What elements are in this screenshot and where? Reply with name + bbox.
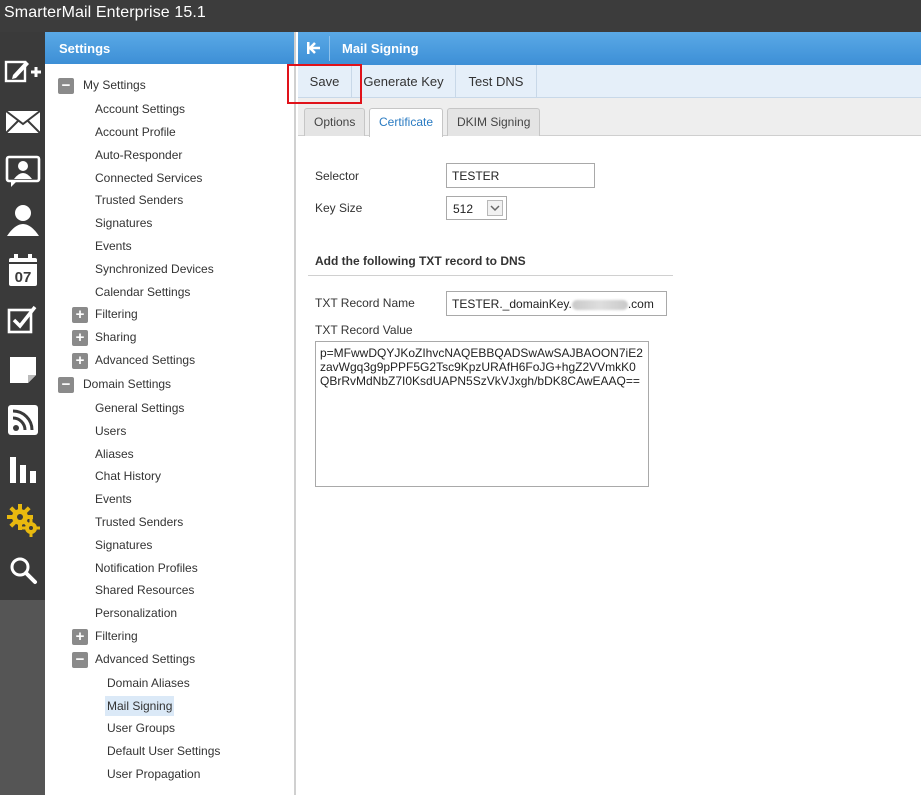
expand-icon[interactable]: +	[72, 629, 88, 645]
tab-dkim-signing[interactable]: DKIM Signing	[447, 108, 541, 136]
settings-gear-icon[interactable]	[0, 496, 45, 544]
contacts-icon[interactable]	[0, 147, 45, 195]
user-icon[interactable]	[0, 196, 45, 244]
tree-item-users[interactable]: Users	[93, 421, 128, 441]
tree-node-label: My Settings	[83, 78, 146, 92]
selector-label: Selector	[315, 169, 360, 183]
settings-panel: Settings − My Settings Account Settings …	[45, 32, 296, 795]
expand-icon[interactable]: +	[72, 307, 88, 323]
tree-item-calendar-settings[interactable]: Calendar Settings	[93, 282, 192, 302]
expand-icon[interactable]: +	[72, 330, 88, 346]
key-size-value: 512	[453, 202, 474, 216]
tree-item-domain-signatures[interactable]: Signatures	[93, 535, 154, 555]
tree-node-sharing[interactable]: + Sharing	[59, 327, 279, 347]
notes-icon[interactable]	[0, 346, 45, 394]
key-size-label: Key Size	[315, 201, 363, 215]
tab-options[interactable]: Options	[304, 108, 366, 136]
txt-record-name-prefix: TESTER._domainKey.	[452, 297, 572, 311]
tree-item-account-profile[interactable]: Account Profile	[93, 122, 178, 142]
tree-node-domain-filtering[interactable]: + Filtering	[59, 626, 279, 646]
mail-signing-panel: Mail Signing Save Generate Key Test DNS …	[287, 32, 921, 795]
rss-icon[interactable]	[0, 396, 45, 444]
tasks-icon[interactable]	[0, 296, 45, 344]
tree-item-user-propagation[interactable]: User Propagation	[105, 764, 202, 784]
collapse-icon[interactable]: −	[58, 377, 74, 393]
selector-input[interactable]: TESTER	[446, 163, 595, 188]
toolbar: Save Generate Key Test DNS	[298, 65, 921, 98]
app-icon-rail: 07	[0, 32, 45, 600]
header-divider	[329, 36, 330, 61]
tree-item-trusted-senders[interactable]: Trusted Senders	[93, 190, 185, 210]
tree-node-my-settings[interactable]: − My Settings	[45, 75, 285, 95]
tree-node-domain-settings[interactable]: − Domain Settings	[45, 374, 285, 394]
redacted-domain	[571, 299, 628, 310]
settings-panel-title: Settings	[45, 32, 294, 64]
tree-item-general-settings[interactable]: General Settings	[93, 398, 186, 418]
tree-item-notification-profiles[interactable]: Notification Profiles	[93, 558, 200, 578]
tree-node-filtering[interactable]: + Filtering	[59, 304, 279, 324]
rail-empty-area	[0, 600, 45, 795]
txt-record-name-suffix: .com	[627, 297, 654, 311]
chevron-down-icon[interactable]	[487, 200, 503, 216]
generate-key-button[interactable]: Generate Key	[352, 65, 456, 98]
tree-item-domain-events[interactable]: Events	[93, 489, 134, 509]
tree-item-events[interactable]: Events	[93, 236, 134, 256]
calendar-icon[interactable]: 07	[0, 246, 45, 294]
tree-item-domain-aliases[interactable]: Domain Aliases	[105, 673, 192, 693]
page-title: Mail Signing	[342, 41, 419, 56]
tree-item-default-user-settings[interactable]: Default User Settings	[105, 741, 222, 761]
compose-icon[interactable]	[0, 48, 45, 96]
collapse-icon[interactable]: −	[58, 78, 74, 94]
reports-icon[interactable]	[0, 446, 45, 494]
tree-item-chat-history[interactable]: Chat History	[93, 466, 163, 486]
key-size-select[interactable]: 512	[446, 196, 507, 220]
tree-item-personalization[interactable]: Personalization	[93, 603, 179, 623]
tree-item-auto-responder[interactable]: Auto-Responder	[93, 145, 184, 165]
dns-section-title: Add the following TXT record to DNS	[315, 254, 526, 268]
tree-item-connected-services[interactable]: Connected Services	[93, 168, 204, 188]
mail-icon[interactable]	[0, 98, 45, 146]
tree-item-mail-signing[interactable]: Mail Signing	[105, 696, 175, 716]
expand-icon[interactable]: +	[72, 353, 88, 369]
tree-node-domain-advanced-settings[interactable]: − Advanced Settings	[59, 649, 279, 669]
tree-item-user-groups[interactable]: User Groups	[105, 718, 177, 738]
save-highlight-annotation	[287, 64, 362, 104]
calendar-day-label: 07	[14, 269, 31, 286]
collapse-panel-icon[interactable]	[306, 41, 322, 58]
content-header: Mail Signing	[298, 32, 921, 65]
section-divider	[308, 275, 673, 276]
tree-item-account-settings[interactable]: Account Settings	[93, 99, 187, 119]
tree-item-synchronized-devices[interactable]: Synchronized Devices	[93, 259, 216, 279]
tree-item-domain-trusted-senders[interactable]: Trusted Senders	[93, 512, 185, 532]
app-title-bar: SmarterMail Enterprise 15.1	[0, 0, 921, 32]
txt-record-value-label: TXT Record Value	[315, 323, 413, 337]
search-icon[interactable]	[0, 546, 45, 594]
collapse-icon[interactable]: −	[72, 652, 88, 668]
txt-record-name-input[interactable]: TESTER._domainKey. .com	[446, 291, 667, 316]
txt-record-name-label: TXT Record Name	[315, 296, 415, 310]
txt-record-value-textarea[interactable]: p=MFwwDQYJKoZIhvcNAQEBBQADSwAwSAJBAOON7i…	[315, 341, 649, 487]
tree-item-shared-resources[interactable]: Shared Resources	[93, 580, 196, 600]
test-dns-button[interactable]: Test DNS	[456, 65, 537, 98]
app-title: SmarterMail Enterprise 15.1	[4, 4, 206, 21]
tab-bar: Options Certificate DKIM Signing	[298, 98, 921, 137]
tree-item-signatures[interactable]: Signatures	[93, 213, 154, 233]
tree-item-aliases[interactable]: Aliases	[93, 444, 136, 464]
tree-node-advanced-settings[interactable]: + Advanced Settings	[59, 350, 279, 370]
tab-certificate[interactable]: Certificate	[369, 108, 444, 137]
